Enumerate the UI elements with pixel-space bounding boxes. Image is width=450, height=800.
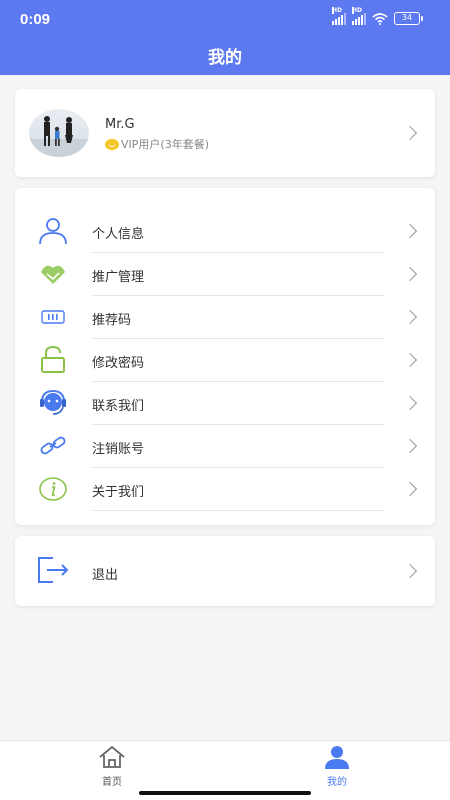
headset-icon: [37, 388, 69, 418]
username: Mr.G: [105, 117, 135, 132]
menu-label: 推广管理: [92, 270, 145, 285]
home-indicator: [139, 791, 311, 795]
tab-mine[interactable]: 我的: [297, 745, 377, 788]
logout-icon: [37, 556, 71, 588]
person-icon: [37, 216, 69, 246]
tab-home[interactable]: 首页: [72, 745, 152, 788]
barcode-icon: [37, 302, 69, 332]
vip-badge: VIP用户(3年套餐): [105, 136, 209, 152]
info-icon: [37, 474, 69, 504]
avatar[interactable]: [29, 109, 89, 157]
chevron-right-icon: [402, 125, 418, 141]
signal-icon: HD: [332, 6, 346, 25]
menu-label: 注销账号: [92, 442, 145, 457]
home-icon: [99, 745, 125, 768]
profile-card[interactable]: Mr.G VIP用户(3年套餐): [15, 89, 435, 177]
menu-label: 推荐码: [92, 313, 132, 328]
chevron-right-icon: [402, 438, 418, 454]
chevron-right-icon: [402, 352, 418, 368]
tab-label-home: 首页: [102, 777, 122, 788]
menu-item-about-us[interactable]: 关于我们: [15, 468, 435, 511]
handshake-icon: [37, 259, 69, 289]
page-title: 我的: [208, 48, 242, 68]
status-time: 0:09: [20, 11, 51, 28]
battery-icon: 34: [394, 12, 423, 25]
logout-card[interactable]: 退出: [15, 536, 435, 606]
user-icon: [325, 746, 349, 769]
vip-icon: [105, 138, 119, 150]
link-icon: [37, 431, 69, 461]
menu-item-contact-us[interactable]: 联系我们: [15, 382, 435, 425]
chevron-right-icon: [402, 395, 418, 411]
vip-text: VIP用户(3年套餐): [121, 138, 209, 151]
divider: [92, 510, 385, 511]
chevron-right-icon: [402, 309, 418, 325]
menu-label: 个人信息: [92, 227, 145, 242]
menu-item-referral-code[interactable]: 推荐码: [15, 296, 435, 339]
chevron-right-icon: [402, 563, 418, 579]
logout-label: 退出: [92, 568, 119, 583]
chevron-right-icon: [402, 266, 418, 282]
status-icons: HD HD 34: [332, 6, 423, 25]
menu-item-delete-account[interactable]: 注销账号: [15, 425, 435, 468]
chevron-right-icon: [402, 223, 418, 239]
menu-item-personal-info[interactable]: 个人信息: [15, 210, 435, 253]
menu-label: 关于我们: [92, 485, 145, 500]
tab-label-mine: 我的: [327, 777, 347, 788]
menu-label: 联系我们: [92, 399, 145, 414]
menu-item-promotion[interactable]: 推广管理: [15, 253, 435, 296]
signal-icon-2: HD: [352, 6, 366, 25]
menu-label: 修改密码: [92, 356, 145, 371]
wifi-icon: [372, 12, 388, 25]
lock-icon: [37, 345, 69, 375]
header-bar: 0:09 HD HD 34 我的: [0, 0, 450, 75]
chevron-right-icon: [402, 481, 418, 497]
menu-item-change-password[interactable]: 修改密码: [15, 339, 435, 382]
menu-card: 个人信息 推广管理 推荐码 修改密码 联系我们 注销账号 关于我们: [15, 188, 435, 525]
